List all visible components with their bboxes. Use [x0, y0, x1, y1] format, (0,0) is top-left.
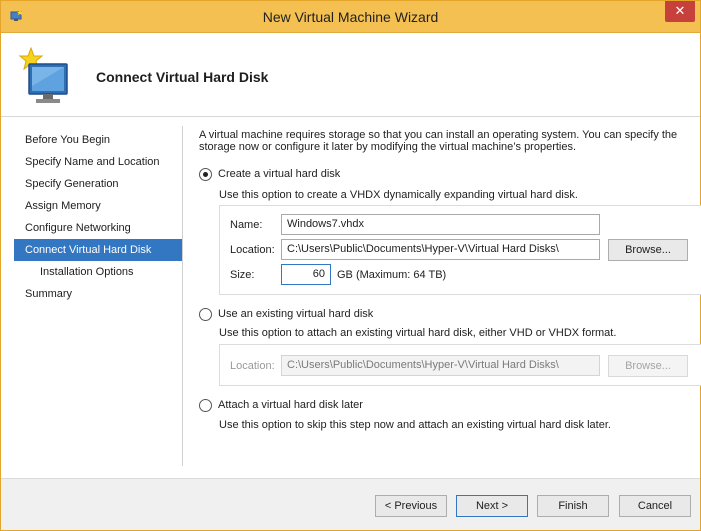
wizard-header: Connect Virtual Hard Disk — [1, 34, 700, 117]
wizard-footer: < Previous Next > Finish Cancel — [1, 478, 700, 530]
create-vhd-description: Use this option to create a VHDX dynamic… — [219, 189, 578, 201]
nav-divider — [182, 126, 183, 466]
previous-button[interactable]: < Previous — [375, 495, 447, 517]
browse-button[interactable]: Browse... — [608, 239, 688, 261]
page-title: Connect Virtual Hard Disk — [96, 69, 269, 85]
size-unit-label: GB (Maximum: 64 TB) — [337, 269, 447, 281]
create-vhd-option[interactable]: Create a virtual hard disk — [199, 166, 340, 182]
nav-step-connect-vhd[interactable]: Connect Virtual Hard Disk — [14, 239, 182, 261]
nav-step-specify-generation[interactable]: Specify Generation — [14, 173, 182, 195]
nav-step-summary[interactable]: Summary — [14, 283, 182, 305]
existing-vhd-option[interactable]: Use an existing virtual hard disk — [199, 306, 373, 322]
existing-browse-button[interactable]: Browse... — [608, 355, 688, 377]
cancel-button[interactable]: Cancel — [619, 495, 691, 517]
existing-vhd-radio[interactable] — [199, 307, 212, 321]
name-label: Name: — [230, 219, 263, 231]
size-label: Size: — [230, 269, 255, 281]
wizard-content: A virtual machine requires storage so th… — [199, 129, 701, 431]
close-button[interactable]: ✕ — [665, 1, 695, 22]
finish-button[interactable]: Finish — [537, 495, 609, 517]
vhd-name-input[interactable]: Windows7.vhdx — [281, 214, 600, 235]
nav-step-before-you-begin[interactable]: Before You Begin — [14, 129, 182, 151]
next-button[interactable]: Next > — [456, 495, 528, 517]
wizard-window: New Virtual Machine Wizard ✕ Connect Vir… — [0, 0, 701, 531]
create-vhd-label: Create a virtual hard disk — [218, 168, 341, 180]
existing-vhd-label: Use an existing virtual hard disk — [218, 308, 374, 320]
nav-step-configure-networking[interactable]: Configure Networking — [14, 217, 182, 239]
create-vhd-radio[interactable] — [199, 167, 212, 181]
existing-vhd-description: Use this option to attach an existing vi… — [219, 327, 617, 339]
existing-location-label: Location: — [230, 360, 275, 372]
wizard-steps-nav: Before You Begin Specify Name and Locati… — [14, 129, 182, 305]
title-bar: New Virtual Machine Wizard ✕ — [1, 1, 700, 33]
create-vhd-group: Name: Windows7.vhdx Location: C:\Users\P… — [219, 205, 701, 295]
vhd-location-input[interactable]: C:\Users\Public\Documents\Hyper-V\Virtua… — [281, 239, 600, 260]
attach-later-option[interactable]: Attach a virtual hard disk later — [199, 397, 363, 413]
attach-later-radio[interactable] — [199, 398, 212, 412]
nav-step-assign-memory[interactable]: Assign Memory — [14, 195, 182, 217]
intro-text-line1: A virtual machine requires storage so th… — [199, 129, 678, 141]
attach-later-label: Attach a virtual hard disk later — [218, 399, 363, 411]
existing-location-input[interactable]: C:\Users\Public\Documents\Hyper-V\Virtua… — [281, 355, 600, 376]
attach-later-description: Use this option to skip this step now an… — [219, 419, 611, 431]
existing-vhd-group: Location: C:\Users\Public\Documents\Hype… — [219, 344, 701, 386]
wizard-monitor-icon — [18, 46, 68, 103]
nav-step-specify-name-location[interactable]: Specify Name and Location — [14, 151, 182, 173]
window-title: New Virtual Machine Wizard — [262, 9, 439, 25]
vhd-size-input[interactable]: 60 — [281, 264, 331, 285]
intro-text-line2: storage now or configure it later by mod… — [199, 141, 577, 153]
nav-step-installation-options[interactable]: Installation Options — [14, 261, 182, 283]
location-label: Location: — [230, 244, 275, 256]
